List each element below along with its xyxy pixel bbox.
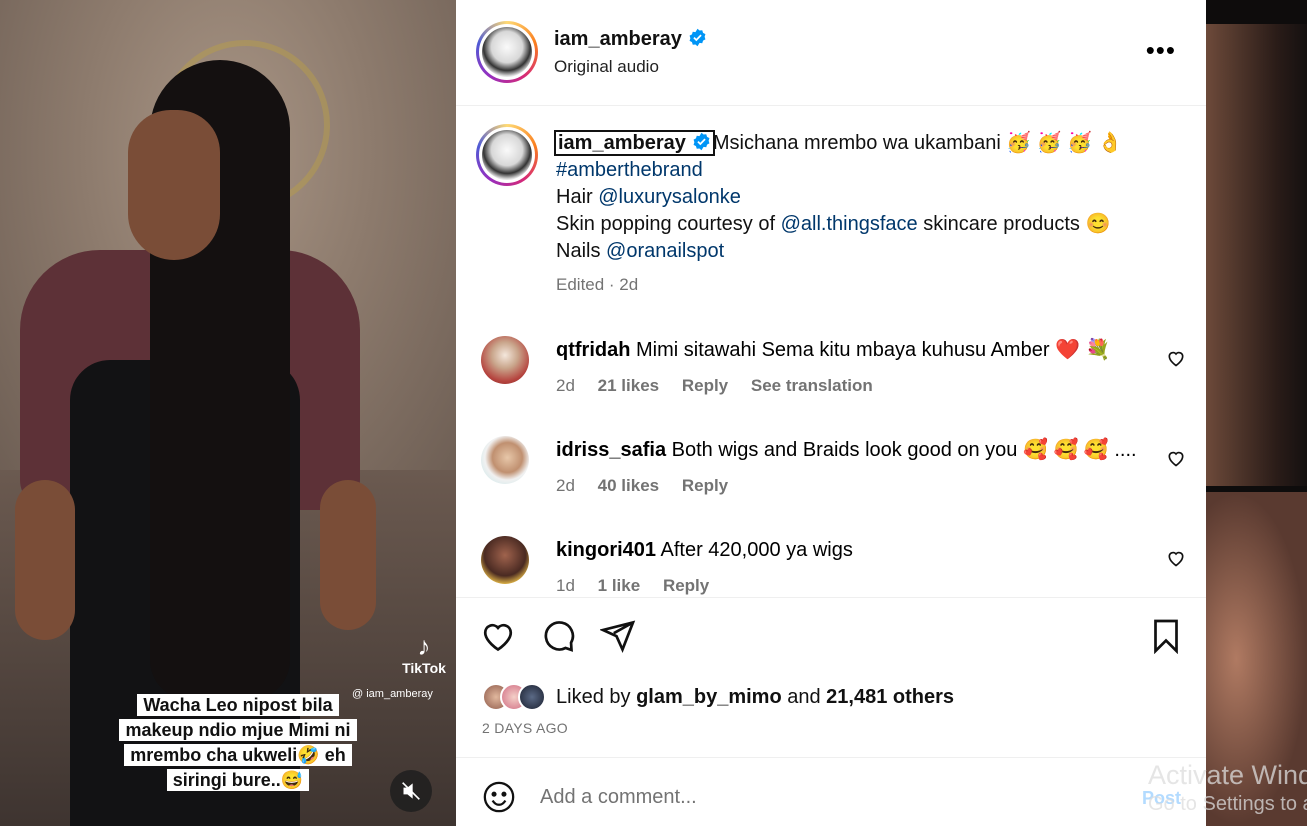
verified-badge-icon [693,132,710,151]
background-feed [1206,0,1307,826]
comment-like-heart-icon[interactable] [1166,548,1186,568]
nails-mention-link[interactable]: @oranailspot [606,240,724,262]
post-actions: Liked by glam_by_mimo and 21,481 others … [456,598,1206,758]
commenter-username[interactable]: idriss_safia [556,439,666,461]
background-image-1 [1206,24,1307,486]
liked-by-user[interactable]: glam_by_mimo [636,686,782,708]
post-timestamp[interactable]: 2 DAYS AGO [482,720,568,736]
comment-time: 2d [556,476,575,495]
commenter-username[interactable]: kingori401 [556,539,656,561]
comment-item: qtfridah Mimi sitawahi Sema kitu mbaya k… [456,336,1206,436]
commenter-username[interactable]: qtfridah [556,339,630,361]
comment-body: Mimi sitawahi Sema kitu mbaya kuhusu Amb… [636,339,1111,361]
comment-body: After 420,000 ya wigs [660,539,853,561]
verified-badge-icon [689,28,706,47]
instagram-post-modal: ♪ TikTok @ iam_amberay Wacha Leo nipost … [0,0,1307,826]
windows-activation-watermark: Activate Windows Go to Settings to activ… [1148,758,1307,816]
audio-label[interactable]: Original audio [554,57,707,77]
tiktok-icon: ♪ [417,631,431,661]
activate-title: Activate Windows [1148,760,1307,790]
video-text-overlay: Wacha Leo nipost bila makeup ndio mjue M… [108,693,368,793]
save-bookmark-icon[interactable] [1148,618,1184,654]
comment-body: Both wigs and Braids look good on you 🥰 … [671,439,1137,461]
commenter-avatar[interactable] [481,536,529,584]
share-paper-plane-icon[interactable] [600,618,636,654]
caption-avatar[interactable] [476,124,538,186]
post-details-panel: iam_amberay Original audio ••• iam_amber… [456,0,1206,826]
skin-mention-link[interactable]: @all.thingsface [781,213,918,235]
comment-meta: 1d 1 like Reply [556,576,727,596]
comment-meta: 2d 21 likes Reply See translation [556,376,891,396]
add-comment-input[interactable] [540,780,1100,814]
caption-nails-label: Nails [556,240,607,262]
author-username[interactable]: iam_amberay [554,28,682,50]
mute-button[interactable] [390,770,432,812]
add-comment-row: Post [456,758,1206,826]
liked-by-and: and [781,685,827,708]
more-options-button[interactable]: ••• [1146,37,1176,63]
caption-username[interactable]: iam_amberay [554,130,715,156]
comment-likes[interactable]: 40 likes [598,476,659,495]
caption-line1: Msichana mrembo wa ukambani 🥳 🥳 🥳 👌 [712,132,1123,154]
comment-like-heart-icon[interactable] [1166,348,1186,368]
liker-avatar[interactable] [518,683,546,711]
comment-likes[interactable]: 21 likes [598,376,659,395]
activate-subtitle: Go to Settings to activate Windows. [1148,793,1307,815]
person-arm-right [320,480,376,630]
comment-text: qtfridah Mimi sitawahi Sema kitu mbaya k… [556,336,1146,364]
like-heart-icon[interactable] [480,618,516,654]
tiktok-watermark: ♪ TikTok [394,632,454,676]
caption-skin-suffix: skincare products 😊 [917,213,1111,235]
reply-button[interactable]: Reply [663,576,709,595]
video-overlay-text: Wacha Leo nipost bila makeup ndio mjue M… [119,694,357,791]
likes-count[interactable]: 21,481 others [826,686,954,708]
liked-by-summary: Liked by glam_by_mimo and 21,481 others [482,683,954,711]
emoji-smiley-icon[interactable] [482,780,516,814]
comment-like-heart-icon[interactable] [1166,448,1186,468]
comment-likes[interactable]: 1 like [598,576,641,595]
caption-hair-label: Hair [556,186,599,208]
speaker-muted-icon [402,782,420,800]
comment-time: 2d [556,376,575,395]
comment-meta: 2d 40 likes Reply [556,476,746,496]
caption-meta: Edited · 2d [556,275,639,294]
person-face [128,110,220,260]
author-avatar[interactable] [476,21,538,83]
comments-scroll-area[interactable]: iam_amberay Msichana mrembo wa ukambani 🥳… [456,106,1206,598]
caption-skin-label: Skin popping courtesy of [556,213,781,235]
post-caption: iam_amberay Msichana mrembo wa ukambani 🥳… [554,130,1156,298]
comment-text: idriss_safia Both wigs and Braids look g… [556,436,1146,464]
hashtag-link[interactable]: #amberthebrand [556,159,703,181]
reply-button[interactable]: Reply [682,376,728,395]
comment-item: idriss_safia Both wigs and Braids look g… [456,436,1206,536]
comment-text: kingori401 After 420,000 ya wigs [556,536,1146,564]
commenter-avatar[interactable] [481,436,529,484]
post-header: iam_amberay Original audio ••• [456,0,1206,106]
hair-mention-link[interactable]: @luxurysalonke [598,186,741,208]
tiktok-label: TikTok [402,660,446,676]
reply-button[interactable]: Reply [682,476,728,495]
post-video[interactable]: ♪ TikTok @ iam_amberay Wacha Leo nipost … [0,0,456,826]
comment-item: kingori401 After 420,000 ya wigs 1d 1 li… [456,536,1206,597]
see-translation-button[interactable]: See translation [751,376,873,395]
comment-bubble-icon[interactable] [540,618,576,654]
commenter-avatar[interactable] [481,336,529,384]
comment-time: 1d [556,576,575,595]
person-arm-left [15,480,75,640]
liked-by-label: Liked by [556,685,637,708]
